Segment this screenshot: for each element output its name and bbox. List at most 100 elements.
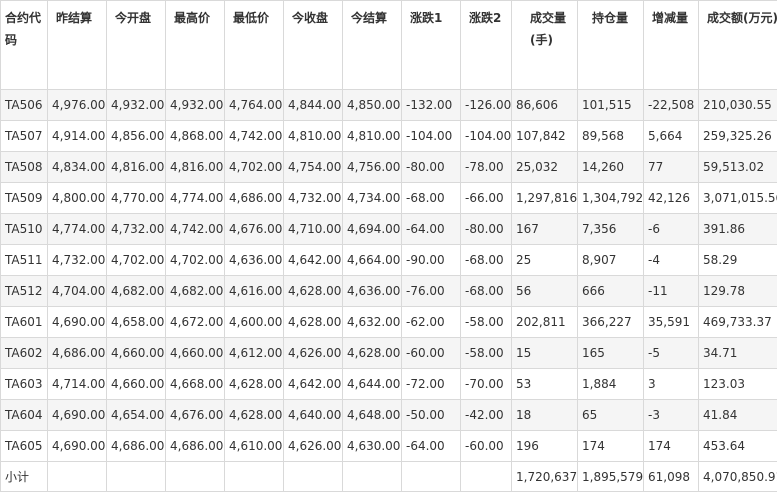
cell-high: 4,660.00 xyxy=(166,338,225,369)
cell-oi-change: -3 xyxy=(644,400,699,431)
cell-prev-settle: 4,914.00 xyxy=(48,121,107,152)
header-high: 最高价 xyxy=(166,1,225,90)
cell-turnover: 3,071,015.56 xyxy=(699,183,777,214)
cell-volume: 25,032 xyxy=(512,152,578,183)
cell-open: 4,770.00 xyxy=(107,183,166,214)
cell-close: 4,626.00 xyxy=(284,338,343,369)
cell-oi-change: 35,591 xyxy=(644,307,699,338)
cell-close: 4,640.00 xyxy=(284,400,343,431)
subtotal-open xyxy=(107,462,166,492)
cell-oi-change: 77 xyxy=(644,152,699,183)
cell-change2: -126.00 xyxy=(461,90,512,121)
cell-low: 4,764.00 xyxy=(225,90,284,121)
header-settle: 今结算 xyxy=(343,1,402,90)
cell-close: 4,810.00 xyxy=(284,121,343,152)
cell-volume: 86,606 xyxy=(512,90,578,121)
cell-open: 4,856.00 xyxy=(107,121,166,152)
cell-open-interest: 101,515 xyxy=(578,90,644,121)
cell-high: 4,742.00 xyxy=(166,214,225,245)
cell-settle: 4,636.00 xyxy=(343,276,402,307)
cell-open: 4,654.00 xyxy=(107,400,166,431)
cell-settle: 4,632.00 xyxy=(343,307,402,338)
table-row: TA5064,976.004,932.004,932.004,764.004,8… xyxy=(1,90,777,121)
cell-open-interest: 8,907 xyxy=(578,245,644,276)
cell-open: 4,816.00 xyxy=(107,152,166,183)
subtotal-prev-settle xyxy=(48,462,107,492)
cell-settle: 4,648.00 xyxy=(343,400,402,431)
cell-contract-code: TA604 xyxy=(1,400,48,431)
cell-open-interest: 65 xyxy=(578,400,644,431)
cell-high: 4,682.00 xyxy=(166,276,225,307)
cell-change2: -68.00 xyxy=(461,276,512,307)
cell-turnover: 41.84 xyxy=(699,400,777,431)
cell-contract-code: TA603 xyxy=(1,369,48,400)
cell-turnover: 129.78 xyxy=(699,276,777,307)
table-row: TA6014,690.004,658.004,672.004,600.004,6… xyxy=(1,307,777,338)
cell-volume: 18 xyxy=(512,400,578,431)
cell-change1: -80.00 xyxy=(402,152,461,183)
cell-open-interest: 1,304,792 xyxy=(578,183,644,214)
header-turnover: 成交额(万元) xyxy=(699,1,777,90)
cell-prev-settle: 4,690.00 xyxy=(48,431,107,462)
header-volume: 成交量(手) xyxy=(512,1,578,90)
cell-change2: -80.00 xyxy=(461,214,512,245)
cell-close: 4,642.00 xyxy=(284,245,343,276)
cell-low: 4,612.00 xyxy=(225,338,284,369)
table-row: TA6034,714.004,660.004,668.004,628.004,6… xyxy=(1,369,777,400)
cell-high: 4,672.00 xyxy=(166,307,225,338)
cell-oi-change: 42,126 xyxy=(644,183,699,214)
header-low: 最低价 xyxy=(225,1,284,90)
futures-quote-table: 合约代码 昨结算 今开盘 最高价 最低价 今收盘 今结算 涨跌1 涨跌2 成交量… xyxy=(0,0,777,492)
cell-change2: -68.00 xyxy=(461,245,512,276)
cell-prev-settle: 4,976.00 xyxy=(48,90,107,121)
cell-low: 4,686.00 xyxy=(225,183,284,214)
cell-settle: 4,756.00 xyxy=(343,152,402,183)
subtotal-settle xyxy=(343,462,402,492)
cell-change2: -42.00 xyxy=(461,400,512,431)
subtotal-high xyxy=(166,462,225,492)
header-oi-change: 增减量 xyxy=(644,1,699,90)
cell-change1: -62.00 xyxy=(402,307,461,338)
cell-volume: 196 xyxy=(512,431,578,462)
cell-settle: 4,810.00 xyxy=(343,121,402,152)
cell-low: 4,676.00 xyxy=(225,214,284,245)
cell-settle: 4,850.00 xyxy=(343,90,402,121)
cell-oi-change: -5 xyxy=(644,338,699,369)
cell-turnover: 34.71 xyxy=(699,338,777,369)
cell-contract-code: TA511 xyxy=(1,245,48,276)
cell-high: 4,932.00 xyxy=(166,90,225,121)
cell-turnover: 210,030.55 xyxy=(699,90,777,121)
cell-prev-settle: 4,714.00 xyxy=(48,369,107,400)
cell-low: 4,702.00 xyxy=(225,152,284,183)
cell-prev-settle: 4,690.00 xyxy=(48,307,107,338)
cell-change2: -58.00 xyxy=(461,307,512,338)
cell-high: 4,686.00 xyxy=(166,431,225,462)
cell-low: 4,628.00 xyxy=(225,369,284,400)
cell-change2: -78.00 xyxy=(461,152,512,183)
cell-open: 4,658.00 xyxy=(107,307,166,338)
cell-open-interest: 7,356 xyxy=(578,214,644,245)
cell-settle: 4,644.00 xyxy=(343,369,402,400)
cell-change1: -64.00 xyxy=(402,431,461,462)
table-row: TA5074,914.004,856.004,868.004,742.004,8… xyxy=(1,121,777,152)
cell-settle: 4,630.00 xyxy=(343,431,402,462)
table-row: TA5094,800.004,770.004,774.004,686.004,7… xyxy=(1,183,777,214)
header-row: 合约代码 昨结算 今开盘 最高价 最低价 今收盘 今结算 涨跌1 涨跌2 成交量… xyxy=(1,1,777,90)
cell-contract-code: TA510 xyxy=(1,214,48,245)
cell-contract-code: TA512 xyxy=(1,276,48,307)
cell-change2: -104.00 xyxy=(461,121,512,152)
cell-prev-settle: 4,690.00 xyxy=(48,400,107,431)
cell-oi-change: -4 xyxy=(644,245,699,276)
cell-change2: -60.00 xyxy=(461,431,512,462)
cell-prev-settle: 4,732.00 xyxy=(48,245,107,276)
cell-turnover: 59,513.02 xyxy=(699,152,777,183)
cell-contract-code: TA507 xyxy=(1,121,48,152)
cell-contract-code: TA601 xyxy=(1,307,48,338)
cell-high: 4,702.00 xyxy=(166,245,225,276)
cell-open-interest: 89,568 xyxy=(578,121,644,152)
subtotal-volume: 1,720,637 xyxy=(512,462,578,492)
cell-high: 4,868.00 xyxy=(166,121,225,152)
cell-open: 4,686.00 xyxy=(107,431,166,462)
cell-low: 4,610.00 xyxy=(225,431,284,462)
cell-change1: -132.00 xyxy=(402,90,461,121)
